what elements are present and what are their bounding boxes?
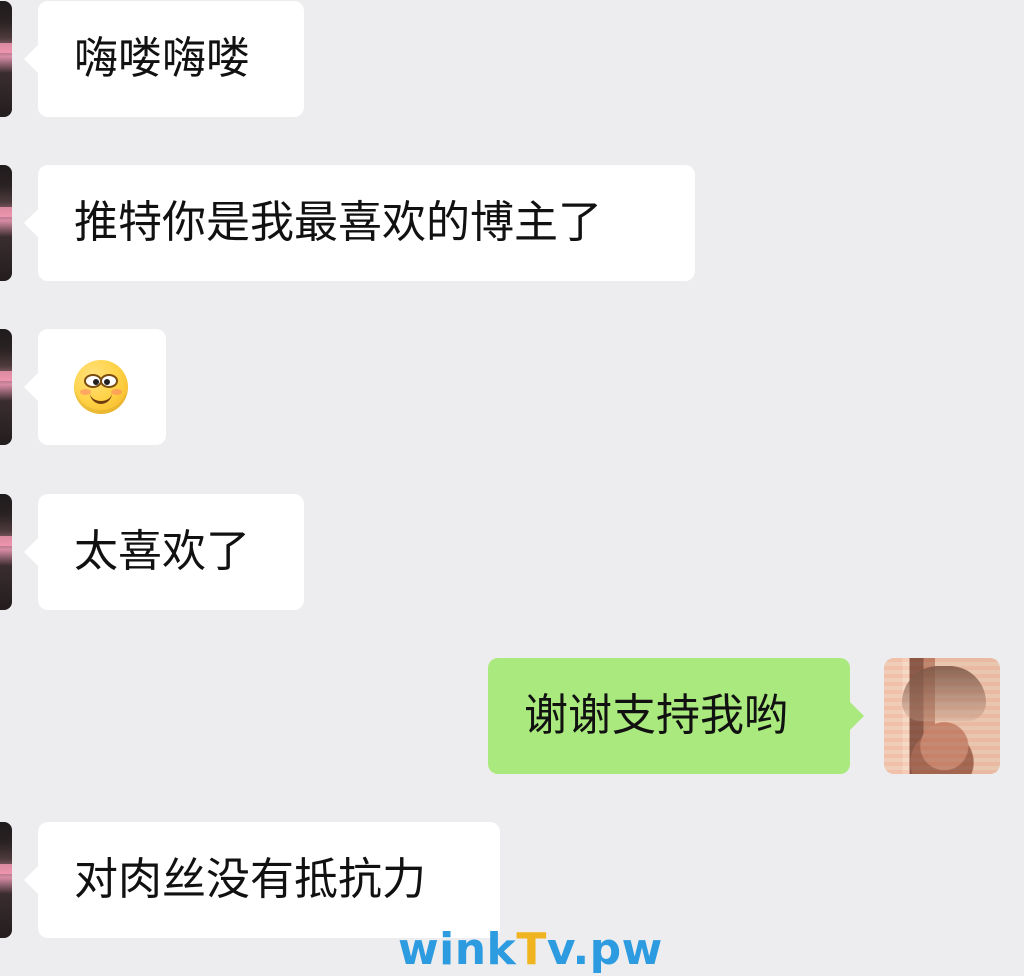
smiling-face-with-blush-icon bbox=[74, 360, 128, 414]
incoming-message-row: 嗨喽嗨喽 bbox=[0, 1, 1024, 117]
message-text: 谢谢支持我哟 bbox=[524, 690, 788, 741]
message-bubble[interactable]: 谢谢支持我哟 bbox=[488, 658, 864, 774]
message-text: 太喜欢了 bbox=[74, 526, 250, 577]
incoming-message-row: 对肉丝没有抵抗力 bbox=[0, 822, 1024, 938]
emoji-message-bubble[interactable] bbox=[24, 329, 166, 445]
incoming-message-row: 太喜欢了 bbox=[0, 494, 1024, 610]
message-text: 推特你是我最喜欢的博主了 bbox=[74, 197, 602, 248]
user-avatar[interactable] bbox=[884, 658, 1000, 774]
sender-avatar[interactable] bbox=[0, 329, 12, 445]
watermark-accent: T bbox=[516, 924, 547, 975]
sender-avatar[interactable] bbox=[0, 1, 12, 117]
incoming-message-row: 推特你是我最喜欢的博主了 bbox=[0, 165, 1024, 281]
message-bubble[interactable]: 太喜欢了 bbox=[24, 494, 304, 610]
message-text: 对肉丝没有抵抗力 bbox=[74, 854, 426, 905]
chat-view: 嗨喽嗨喽 推特你是我最喜欢的博主了 太喜欢了 谢谢支持我哟 对肉丝没有抵抗力 w… bbox=[0, 0, 1024, 976]
sender-avatar[interactable] bbox=[0, 165, 12, 281]
message-bubble[interactable]: 对肉丝没有抵抗力 bbox=[24, 822, 500, 938]
incoming-message-row bbox=[0, 329, 1024, 445]
sender-avatar[interactable] bbox=[0, 494, 12, 610]
emoji-smile bbox=[90, 390, 112, 404]
watermark-suffix: v.pw bbox=[546, 924, 663, 975]
message-bubble[interactable]: 推特你是我最喜欢的博主了 bbox=[24, 165, 695, 281]
message-bubble[interactable]: 嗨喽嗨喽 bbox=[24, 1, 304, 117]
watermark-prefix: wink bbox=[398, 924, 517, 975]
emoji-right-blush bbox=[111, 389, 122, 395]
emoji-right-eye bbox=[100, 374, 118, 388]
watermark: winkTv.pw bbox=[398, 928, 663, 972]
message-text: 嗨喽嗨喽 bbox=[74, 33, 250, 84]
sender-avatar[interactable] bbox=[0, 822, 12, 938]
outgoing-message-row: 谢谢支持我哟 bbox=[0, 658, 1024, 774]
